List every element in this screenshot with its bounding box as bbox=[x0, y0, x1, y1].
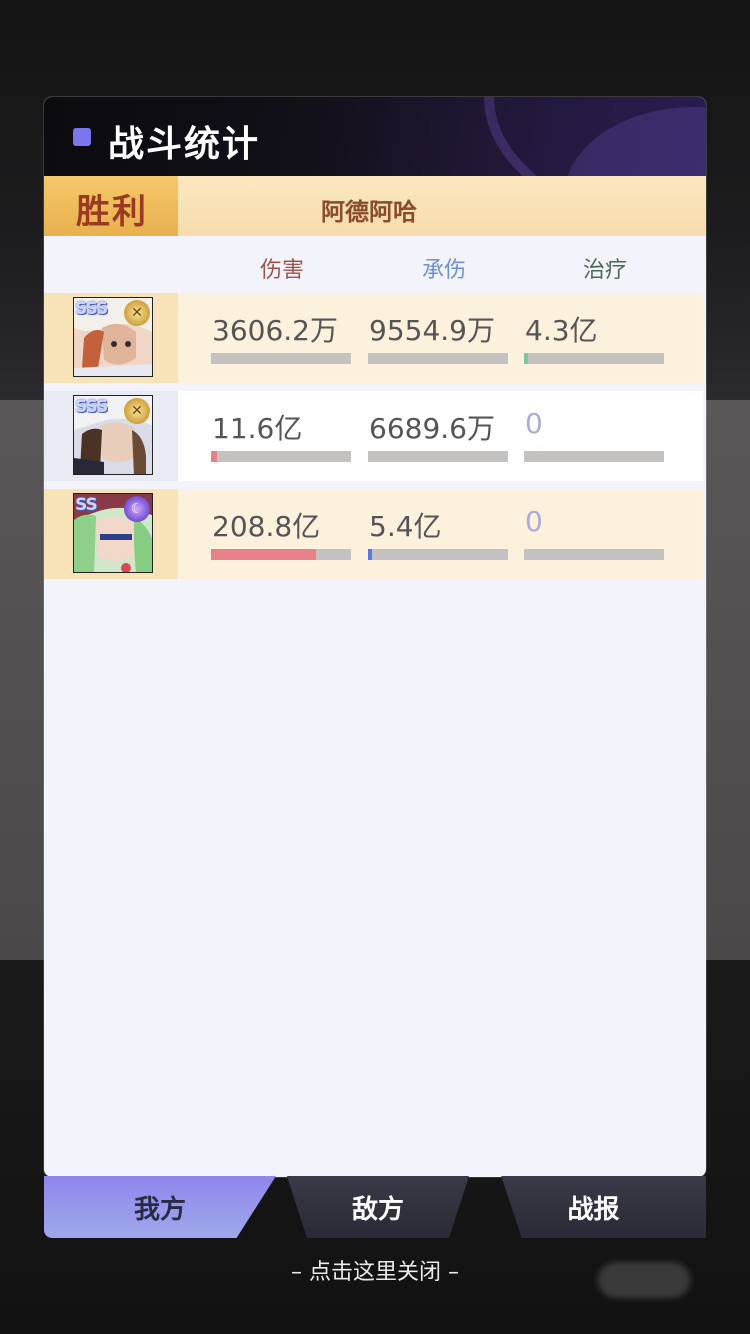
tab-battle-report[interactable]: 战报 bbox=[501, 1176, 706, 1238]
tab-bar: 我方 敌方 战报 bbox=[44, 1176, 706, 1238]
tab-my-side[interactable]: 我方 bbox=[44, 1176, 276, 1238]
tab-enemy-side[interactable]: 敌方 bbox=[286, 1176, 470, 1238]
star-rank-badge: SSS bbox=[75, 397, 108, 417]
battle-stats-panel: 战斗统计 胜利 阿德阿哈 伤害 承伤 治疗 SSS ✕ 3606.2万 9554… bbox=[44, 97, 706, 1177]
heal-bar bbox=[524, 353, 664, 364]
column-header-damage: 伤害 bbox=[260, 258, 305, 283]
player-name: 阿德阿哈 bbox=[321, 197, 417, 226]
victory-label: 胜利 bbox=[76, 192, 148, 232]
damage-bar-fill bbox=[211, 451, 217, 462]
heal-value: 0 bbox=[525, 407, 543, 440]
heal-stat: 4.3亿 bbox=[524, 293, 664, 383]
damage-bar-fill bbox=[211, 549, 316, 560]
taken-bar bbox=[368, 549, 508, 560]
star-rank-badge: SS bbox=[75, 495, 98, 515]
crossed-swords-icon: ✕ bbox=[124, 398, 150, 424]
avatar-cell: SS ☾ bbox=[44, 489, 178, 579]
title-square-icon bbox=[73, 128, 91, 146]
page-title: 战斗统计 bbox=[108, 123, 261, 165]
heal-bar bbox=[524, 451, 664, 462]
avatar-cell: SSS ✕ bbox=[44, 293, 178, 383]
avatar-cell: SSS ✕ bbox=[44, 391, 178, 481]
result-bar: 胜利 阿德阿哈 bbox=[44, 176, 706, 236]
heal-bar bbox=[524, 549, 664, 560]
hero-avatar[interactable]: SSS ✕ bbox=[73, 297, 153, 377]
heal-stat: 0 bbox=[524, 391, 664, 481]
hero-row[interactable]: SSS ✕ 3606.2万 9554.9万 4.3亿 bbox=[44, 293, 703, 383]
damage-stat: 11.6亿 bbox=[211, 391, 351, 481]
heal-value: 0 bbox=[525, 505, 543, 538]
taken-value: 6689.6万 bbox=[369, 412, 495, 445]
taken-value: 9554.9万 bbox=[369, 314, 495, 347]
damage-value: 3606.2万 bbox=[212, 314, 338, 347]
column-header-heal: 治疗 bbox=[583, 258, 628, 283]
heal-value: 4.3亿 bbox=[525, 314, 598, 347]
hero-avatar[interactable]: SSS ✕ bbox=[73, 395, 153, 475]
taken-bar bbox=[368, 451, 508, 462]
damage-value: 208.8亿 bbox=[212, 510, 321, 543]
crossed-swords-icon: ✕ bbox=[124, 300, 150, 326]
close-hint-button[interactable]: – 点击这里关闭 – bbox=[0, 1254, 750, 1286]
damage-stat: 208.8亿 bbox=[211, 489, 351, 579]
victory-badge: 胜利 bbox=[44, 176, 178, 236]
column-header-taken: 承伤 bbox=[422, 258, 467, 283]
damage-bar bbox=[211, 451, 351, 462]
taken-stat: 5.4亿 bbox=[368, 489, 508, 579]
hero-row[interactable]: SS ☾ 208.8亿 5.4亿 0 bbox=[44, 489, 703, 579]
taken-stat: 9554.9万 bbox=[368, 293, 508, 383]
hero-avatar[interactable]: SS ☾ bbox=[73, 493, 153, 573]
hero-row[interactable]: SSS ✕ 11.6亿 6689.6万 0 bbox=[44, 391, 703, 481]
star-rank-badge: SSS bbox=[75, 299, 108, 319]
heal-bar-fill bbox=[524, 353, 528, 364]
damage-bar bbox=[211, 353, 351, 364]
damage-bar bbox=[211, 549, 351, 560]
taken-value: 5.4亿 bbox=[369, 510, 442, 543]
taken-bar-fill bbox=[368, 549, 372, 560]
taken-bar bbox=[368, 353, 508, 364]
moon-icon: ☾ bbox=[124, 496, 150, 522]
panel-header: 战斗统计 bbox=[44, 97, 706, 176]
taken-stat: 6689.6万 bbox=[368, 391, 508, 481]
heal-stat: 0 bbox=[524, 489, 664, 579]
damage-stat: 3606.2万 bbox=[211, 293, 351, 383]
damage-value: 11.6亿 bbox=[212, 412, 303, 445]
